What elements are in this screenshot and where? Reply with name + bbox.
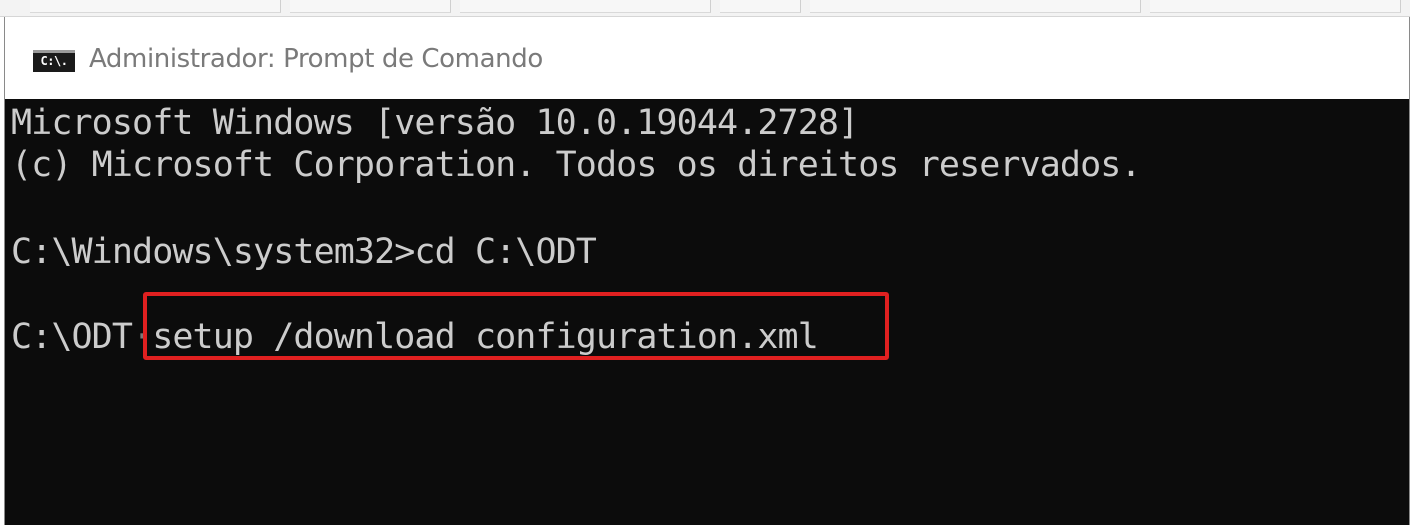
background-tab [30,0,281,13]
window-title: Administrador: Prompt de Comando [89,44,543,74]
background-tab [290,0,451,13]
console-line: (c) Microsoft Corporation. Todos os dire… [11,145,1142,185]
console-output[interactable]: Microsoft Windows [versão 10.0.19044.272… [5,99,1409,525]
background-tab [720,0,801,13]
background-tab [1150,0,1401,13]
console-line: Microsoft Windows [versão 10.0.19044.272… [11,103,859,143]
cmd-icon[interactable]: C:\. [33,50,75,72]
title-bar[interactable]: C:\. Administrador: Prompt de Comando [5,17,1409,99]
background-window-strip [0,0,1410,17]
command-highlight-box [143,292,889,360]
console-line: C:\Windows\system32>cd C:\ODT [11,232,597,272]
background-tab [460,0,711,13]
prompt-path: C:\ODT [11,317,133,357]
background-tab [810,0,1141,13]
command-prompt-window[interactable]: C:\. Administrador: Prompt de Comando Mi… [4,17,1410,525]
